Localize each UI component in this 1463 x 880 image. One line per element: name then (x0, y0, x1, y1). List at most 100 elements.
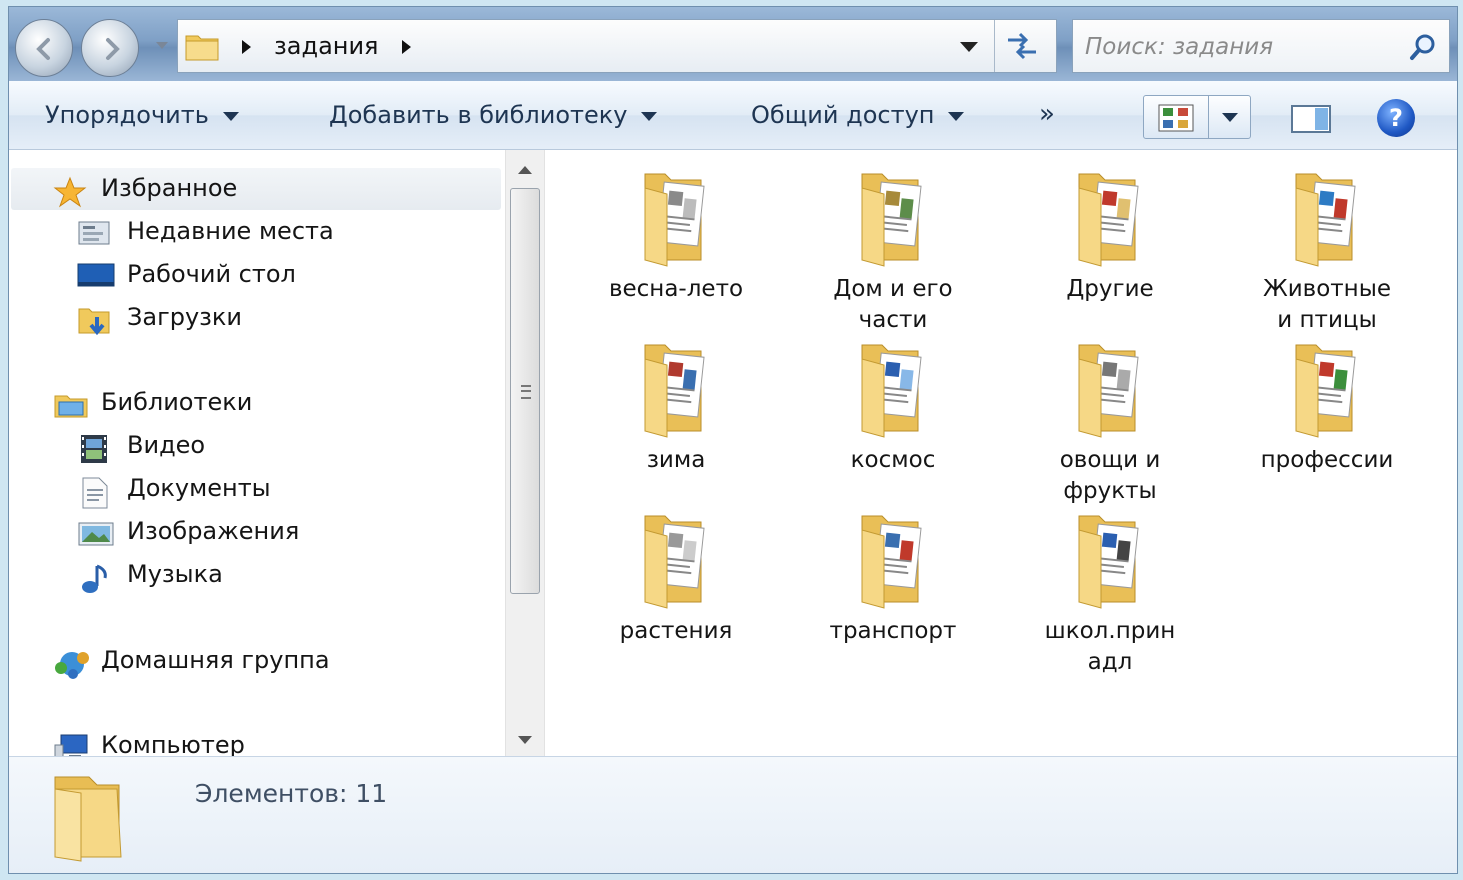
folder-name-line: профессии (1260, 447, 1394, 473)
folder-name: Дом и его части (790, 274, 996, 336)
scroll-thumb[interactable] (510, 188, 540, 594)
recent-pages-dropdown-icon[interactable] (155, 41, 169, 51)
refresh-icon[interactable] (1004, 30, 1040, 62)
star-icon (53, 176, 87, 208)
chevron-down-icon (948, 111, 965, 121)
share-button[interactable]: Общий доступ (751, 101, 965, 129)
folder-icon (54, 776, 122, 862)
folder-item[interactable]: Дом и его части (790, 168, 996, 336)
address-box[interactable]: задания (177, 19, 1057, 73)
folder-item[interactable]: овощи и фрукты (1007, 339, 1213, 507)
folder-thumbnail-icon (644, 173, 705, 267)
nav-pictures-label: Изображения (127, 517, 300, 545)
change-view-button[interactable] (1143, 95, 1251, 139)
folder-thumbnail (631, 168, 721, 268)
breadcrumb-separator-icon[interactable] (242, 40, 251, 54)
help-icon[interactable]: ? (1377, 99, 1415, 137)
nav-homegroup-label: Домашняя группа (101, 646, 330, 674)
chevron-down-icon (641, 111, 658, 121)
file-list-area: весна-лето Дом и его части Другие Животные и … (547, 150, 1457, 756)
nav-libraries-label: Библиотеки (101, 388, 253, 416)
folder-item[interactable]: весна-лето (573, 168, 779, 305)
preview-pane-icon[interactable] (1291, 105, 1331, 133)
breadcrumb-separator-icon[interactable] (402, 40, 411, 54)
folder-name-line: транспорт (829, 618, 957, 644)
add-to-library-button[interactable]: Добавить в библиотеку (329, 101, 658, 129)
homegroup-icon (55, 652, 89, 679)
forward-button[interactable] (81, 19, 139, 77)
folder-name-line: школ.прин (1044, 618, 1176, 644)
folder-name: космос (790, 445, 996, 476)
folder-thumbnail-icon (1078, 515, 1139, 609)
nav-computer-label: Компьютер (101, 731, 245, 756)
folder-name-line: растения (619, 618, 733, 644)
folder-name-line: Другие (1066, 276, 1154, 302)
nav-scrollbar[interactable] (505, 150, 545, 756)
recent-places-icon (78, 221, 110, 245)
folder-thumbnail (631, 339, 721, 439)
folder-thumbnail-icon (1078, 344, 1139, 438)
item-count: Элементов: 11 (195, 779, 388, 808)
folder-name-line: овощи и (1059, 447, 1161, 473)
folder-item[interactable]: Животные и птицы (1224, 168, 1430, 336)
scroll-up-icon[interactable] (518, 166, 532, 174)
folder-thumbnail (848, 510, 938, 610)
back-button[interactable] (15, 19, 73, 77)
folder-name-line: Дом и его (833, 276, 953, 302)
organize-label: Упорядочить (45, 101, 209, 129)
back-arrow-icon (36, 38, 50, 60)
search-input[interactable] (1083, 28, 1387, 66)
share-label: Общий доступ (751, 101, 935, 129)
scroll-grip-icon (521, 385, 531, 399)
folder-thumbnail (1065, 168, 1155, 268)
nav-documents-label: Документы (127, 474, 271, 502)
folder-name-line: части (858, 307, 928, 333)
breadcrumb-current[interactable]: задания (274, 32, 379, 60)
address-dropdown-icon[interactable] (960, 42, 978, 52)
folder-item[interactable]: профессии (1224, 339, 1430, 476)
view-button-divider (1208, 96, 1209, 138)
nav-music-label: Музыка (127, 560, 223, 588)
libraries-icon (54, 395, 88, 418)
folder-item[interactable]: Другие (1007, 168, 1213, 305)
folder-name: зима (573, 445, 779, 476)
folder-name: транспорт (790, 616, 996, 647)
folder-thumbnail-icon (1295, 173, 1356, 267)
search-icon[interactable] (1409, 33, 1437, 61)
folder-name: Животные и птицы (1224, 274, 1430, 336)
folder-item[interactable]: транспорт (790, 510, 996, 647)
folder-item[interactable]: зима (573, 339, 779, 476)
search-box[interactable] (1072, 19, 1450, 73)
more-commands-button[interactable]: » (1039, 99, 1055, 129)
forward-arrow-icon (106, 38, 120, 60)
folder-thumbnail (1282, 339, 1372, 439)
view-grid-icon (1158, 104, 1194, 132)
folder-item[interactable]: школ.прин адл (1007, 510, 1213, 678)
view-dropdown-icon[interactable] (1222, 113, 1238, 122)
folder-thumbnail (1065, 339, 1155, 439)
address-divider (994, 20, 995, 72)
folder-thumbnail-icon (861, 173, 922, 267)
explorer-window: задания Упорядочить Добавить в библиотек… (8, 6, 1458, 874)
folder-name-line: весна-лето (608, 276, 744, 302)
folder-name: школ.прин адл (1007, 616, 1213, 678)
scroll-down-icon[interactable] (518, 736, 532, 744)
desktop-icon (77, 263, 115, 287)
folder-name: овощи и фрукты (1007, 445, 1213, 507)
address-bar-strip: задания (9, 7, 1457, 81)
folder-item[interactable]: растения (573, 510, 779, 647)
add-to-library-label: Добавить в библиотеку (329, 101, 628, 129)
details-pane: Элементов: 11 (9, 756, 1457, 873)
folder-name: Другие (1007, 274, 1213, 305)
folder-thumbnail (631, 510, 721, 610)
nav-downloads-label: Загрузки (127, 303, 242, 331)
organize-button[interactable]: Упорядочить (45, 101, 239, 129)
folder-name-line: космос (850, 447, 936, 473)
folder-name-line: адл (1087, 649, 1133, 675)
music-note-icon (82, 564, 107, 593)
folder-name: весна-лето (573, 274, 779, 305)
folder-name: профессии (1224, 445, 1430, 476)
folder-name-line: зима (646, 447, 706, 473)
folder-name-line: Животные (1262, 276, 1392, 302)
folder-item[interactable]: космос (790, 339, 996, 476)
